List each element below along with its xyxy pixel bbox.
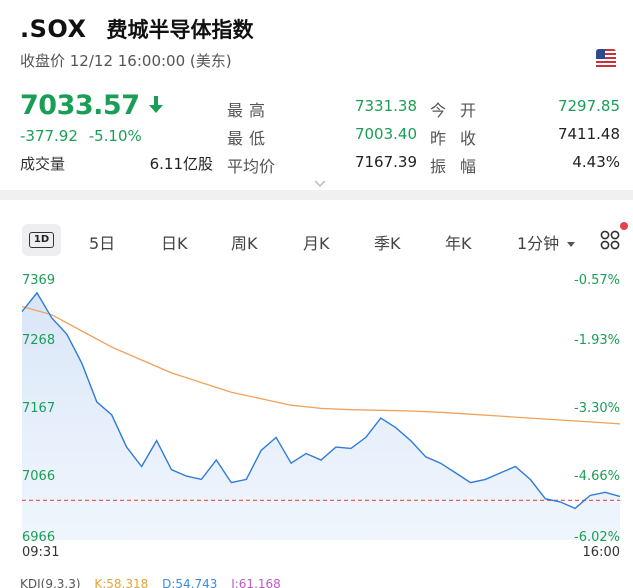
us-flag-icon[interactable]	[596, 49, 616, 69]
avg-value: 7167.39	[354, 153, 417, 171]
amplitude-value: 4.43%	[572, 153, 620, 171]
tab-quarterly-k[interactable]: 季K	[374, 230, 401, 254]
tab-1d[interactable]: 1D	[22, 224, 61, 256]
intraday-chart[interactable]: 7369 7268 7167 7066 6966 -0.57% -1.93% -…	[0, 262, 633, 562]
caret-down-icon	[567, 242, 576, 247]
high-value: 7331.38	[354, 97, 417, 115]
average-price-line	[21, 305, 621, 425]
tab-5day[interactable]: 5日	[89, 230, 115, 254]
volume-value: 6.11亿股	[149, 155, 213, 173]
y-right-tick: -4.66%	[574, 469, 620, 484]
status-line: 收盘价 12/12 16:00:00 (美东)	[20, 52, 232, 70]
open-label: 今开	[430, 101, 491, 120]
price-change: -377.92 -5.10%	[20, 127, 142, 145]
y-right-tick: -6.02%	[574, 530, 620, 545]
tab-weekly-k[interactable]: 周K	[231, 230, 258, 254]
low-value: 7003.40	[354, 125, 417, 143]
indicator-j: J:61.168	[231, 577, 281, 588]
ticker-symbol: .SOX	[20, 15, 87, 43]
down-arrow-icon	[149, 96, 163, 118]
index-name: 费城半导体指数	[106, 18, 254, 42]
indicator-k: K:58.318	[94, 577, 149, 588]
tab-1min-dropdown[interactable]: 1分钟	[517, 230, 576, 254]
open-value: 7297.85	[557, 97, 620, 115]
avg-label: 平均价	[227, 157, 276, 176]
period-tabs: 1D 5日 日K 周K 月K 季K 年K 1分钟	[22, 222, 622, 258]
volume-label: 成交量	[20, 155, 66, 173]
prev-close-value: 7411.48	[557, 125, 620, 143]
y-left-tick: 7369	[22, 273, 55, 288]
tab-yearly-k[interactable]: 年K	[445, 230, 472, 254]
notification-dot	[620, 222, 628, 230]
y-right-tick: -0.57%	[574, 273, 620, 288]
tab-daily-k[interactable]: 日K	[161, 230, 188, 254]
y-right-tick: -1.93%	[574, 333, 620, 348]
change-percent: -5.10%	[88, 127, 142, 145]
title-row: .SOX 费城半导体指数	[20, 14, 253, 44]
prev-close-label: 昨收	[430, 129, 491, 148]
last-price: 7033.57	[20, 90, 140, 121]
grid-menu-icon[interactable]	[600, 230, 620, 254]
y-left-tick: 6966	[22, 530, 55, 545]
high-label: 最高	[227, 101, 272, 120]
expand-chevron-icon[interactable]	[313, 173, 327, 192]
y-left-tick: 7268	[22, 333, 55, 348]
y-left-tick: 7066	[22, 469, 55, 484]
indicator-bar: KDJ(9,3,3) K:58.318 D:54.743 J:61.168	[20, 577, 291, 588]
amplitude-label: 振幅	[430, 157, 491, 176]
tab-monthly-k[interactable]: 月K	[303, 230, 330, 254]
indicator-d: D:54.743	[162, 577, 218, 588]
x-tick-end: 16:00	[583, 545, 620, 560]
tab-1min-label: 1分钟	[517, 234, 560, 253]
low-label: 最低	[227, 129, 272, 148]
tab-1d-label: 1D	[29, 232, 54, 248]
x-tick-start: 09:31	[22, 545, 59, 560]
indicator-name: KDJ(9,3,3)	[20, 577, 81, 588]
y-right-tick: -3.30%	[574, 401, 620, 416]
y-left-tick: 7167	[22, 401, 55, 416]
change-value: -377.92	[20, 127, 78, 145]
